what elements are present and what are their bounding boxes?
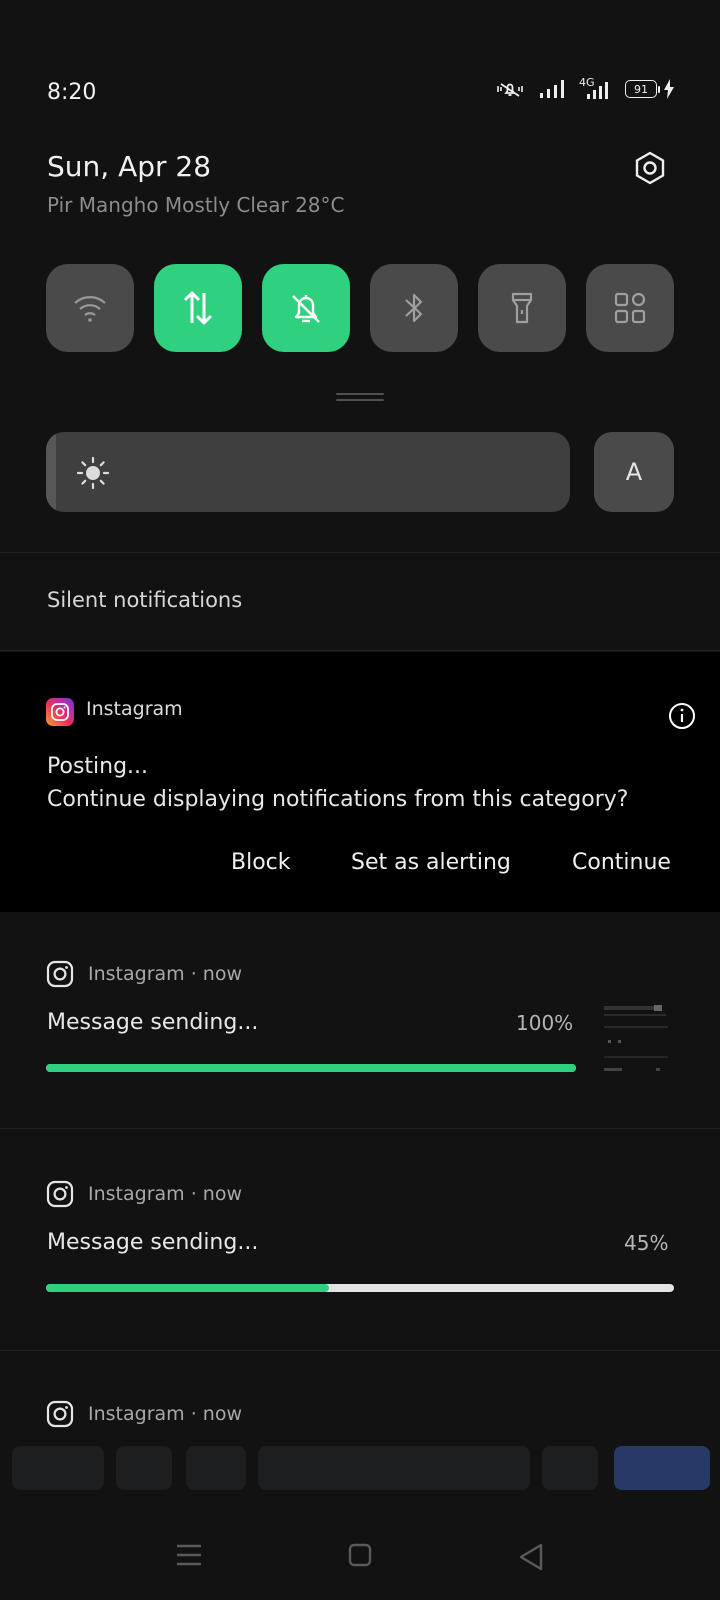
- menu-nav-button[interactable]: [176, 1543, 202, 1571]
- keyboard-key: [186, 1446, 246, 1490]
- signal-icon: [539, 79, 565, 99]
- weather-label[interactable]: Pir Mangho Mostly Clear 28°C: [47, 193, 345, 217]
- notification-message: Message sending...: [47, 1230, 259, 1255]
- silent-notifications-header: Silent notifications: [47, 588, 243, 612]
- info-icon[interactable]: [668, 702, 696, 734]
- home-square-icon: [348, 1543, 372, 1567]
- battery-level: 91: [634, 82, 648, 96]
- brightness-fill: [46, 432, 57, 512]
- bluetooth-icon: [405, 293, 423, 323]
- block-button[interactable]: Block: [231, 850, 291, 875]
- progress-percent: 45%: [624, 1231, 669, 1255]
- set-as-alerting-button[interactable]: Set as alerting: [351, 850, 511, 875]
- signal-4g-icon: 4G: [579, 76, 611, 100]
- continue-button[interactable]: Continue: [572, 850, 671, 875]
- instagram-icon: [46, 960, 74, 988]
- keyboard-key: [258, 1446, 530, 1490]
- vibrate-silent-icon: [495, 78, 525, 100]
- silent-mode-icon: [292, 295, 320, 323]
- progress-fill: [46, 1284, 329, 1292]
- charging-icon: [664, 79, 674, 99]
- progress-percent: 100%: [516, 1011, 574, 1035]
- edit-tiles-tile[interactable]: [586, 264, 674, 352]
- notification-message: Message sending...: [47, 1010, 259, 1035]
- notification-header: Instagram · now: [46, 1180, 242, 1208]
- wifi-icon: [74, 296, 106, 322]
- bluetooth-tile[interactable]: [370, 264, 458, 352]
- media-thumbnail: [604, 1000, 674, 1076]
- back-nav-button[interactable]: [518, 1543, 544, 1575]
- home-nav-button[interactable]: [348, 1543, 372, 1571]
- prompt-app-name: Instagram: [86, 698, 183, 720]
- flashlight-tile[interactable]: [478, 264, 566, 352]
- sun-icon: [76, 456, 110, 494]
- keyboard-key: [542, 1446, 598, 1490]
- wifi-tile[interactable]: [46, 264, 134, 352]
- battery-icon: 91: [625, 78, 676, 100]
- instagram-icon: [46, 1180, 74, 1208]
- divider: [0, 650, 720, 651]
- keyboard-key: [116, 1446, 172, 1490]
- status-icons: 4G 91: [495, 76, 676, 100]
- divider: [0, 552, 720, 553]
- progress-bar: [46, 1064, 576, 1072]
- prompt-title: Posting...: [47, 754, 149, 779]
- notification-header: Instagram · now: [46, 1400, 242, 1428]
- prompt-question: Continue displaying notifications from t…: [47, 787, 629, 812]
- instagram-app-icon: [46, 698, 74, 726]
- notification-app-name: Instagram · now: [88, 1403, 242, 1425]
- back-triangle-icon: [519, 1543, 543, 1571]
- flashlight-icon: [511, 292, 533, 324]
- navigation-bar: [0, 1515, 720, 1595]
- notification-header: Instagram · now: [46, 960, 242, 988]
- clock: 8:20: [47, 80, 97, 105]
- notification-app-name: Instagram · now: [88, 1183, 242, 1205]
- progress-bar: [46, 1284, 674, 1292]
- menu-icon: [177, 1544, 201, 1566]
- status-bar: 8:20 4G 91: [0, 70, 720, 116]
- drag-handle[interactable]: [336, 393, 384, 401]
- quick-settings-tiles: [46, 264, 674, 352]
- notification-app-name: Instagram · now: [88, 963, 242, 985]
- divider: [0, 1128, 720, 1129]
- keyboard-key: [12, 1446, 104, 1490]
- keyboard-key: [614, 1446, 710, 1490]
- mobile-data-tile[interactable]: [154, 264, 242, 352]
- mobile-data-icon: [183, 291, 213, 325]
- silent-mode-tile[interactable]: [262, 264, 350, 352]
- settings-button[interactable]: [630, 148, 670, 188]
- instagram-icon: [46, 1400, 74, 1428]
- more-tiles-icon: [614, 292, 646, 324]
- progress-fill: [46, 1064, 576, 1072]
- gear-icon: [635, 151, 665, 185]
- auto-brightness-button[interactable]: A: [594, 432, 674, 512]
- divider: [0, 1350, 720, 1351]
- date-label: Sun, Apr 28: [47, 150, 212, 183]
- keyboard-peek: [0, 1446, 720, 1490]
- brightness-slider[interactable]: [46, 432, 570, 512]
